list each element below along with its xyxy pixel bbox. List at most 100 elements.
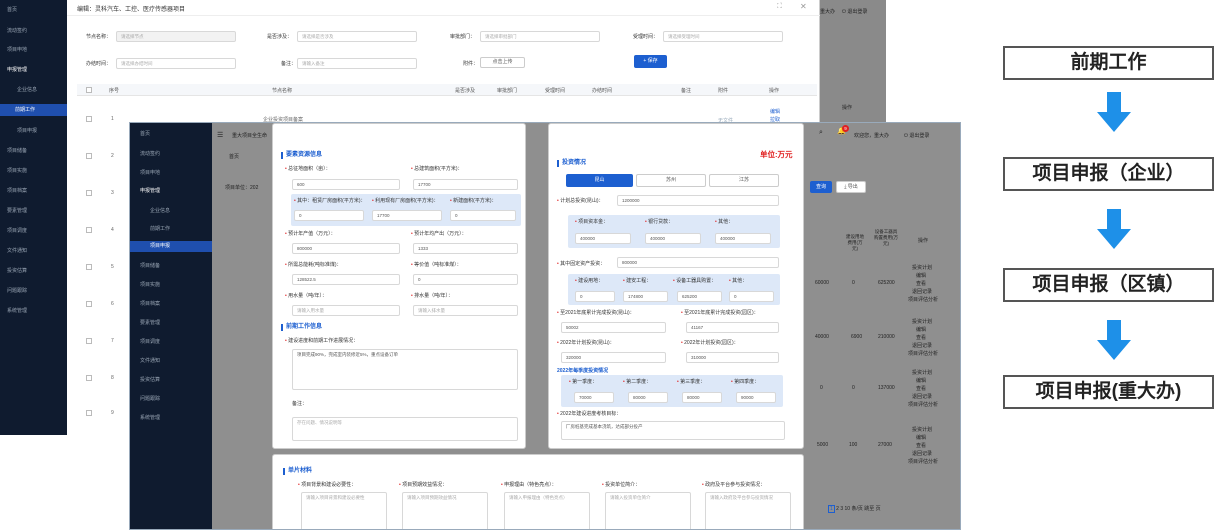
eval-link[interactable]: 项目评估分析 — [908, 296, 938, 303]
equiv-input[interactable]: 0 — [413, 274, 518, 285]
water-input[interactable]: 请输入用水量 — [292, 305, 400, 316]
return-log-link[interactable]: 退回记录 — [912, 288, 932, 295]
edit-link[interactable]: 编辑 — [770, 108, 780, 115]
sidebar-item[interactable]: 项目实施 — [7, 167, 27, 174]
rent-input[interactable]: 0 — [294, 210, 364, 221]
y2021b-input[interactable]: 41167 — [686, 322, 779, 333]
y2021a-input[interactable]: 50002 — [561, 322, 666, 333]
progress-textarea[interactable]: 项目完成90%，完成室内装修近5%，重点设备订单 — [292, 349, 518, 390]
loan-input[interactable]: 400000 — [645, 233, 701, 244]
done-time-input[interactable]: 请选择办结时间 — [116, 58, 236, 69]
output-input[interactable]: 800000 — [292, 243, 400, 254]
maximize-icon[interactable]: ⛶ — [777, 3, 782, 11]
sidebar-item[interactable]: 项目储备 — [140, 262, 160, 269]
row-checkbox[interactable] — [86, 410, 92, 416]
row-checkbox[interactable] — [86, 338, 92, 344]
menu-icon[interactable]: ☰ — [217, 131, 223, 139]
sidebar-item[interactable]: 项目调度 — [7, 227, 27, 234]
tab-home[interactable]: 首页 — [229, 153, 239, 160]
q4-input[interactable]: 90000 — [736, 392, 776, 403]
q1-input[interactable]: 70000 — [574, 392, 614, 403]
tab-suzhou[interactable]: 苏州 — [636, 174, 706, 187]
logout-link[interactable]: ⏻ 退出登录 — [904, 132, 929, 139]
save-button[interactable]: + 保存 — [634, 55, 667, 68]
edit-link[interactable]: 编辑 — [916, 377, 926, 384]
fixed-input[interactable]: 800000 — [617, 257, 779, 268]
export-button[interactable]: ⤓ 导出 — [836, 181, 866, 193]
sidebar-item[interactable]: 问题跟踪 — [7, 287, 27, 294]
sidebar-item[interactable]: 前期工作 — [150, 225, 170, 232]
sidebar-item[interactable]: 系统管理 — [140, 414, 160, 421]
page-size-select[interactable]: 10 条/页 — [845, 506, 863, 512]
tax-input[interactable]: 1333 — [413, 243, 518, 254]
sidebar-item-active[interactable]: 项目申报 — [130, 241, 212, 252]
benefit-textarea[interactable]: 请输入项目预期效益情况 — [402, 492, 488, 529]
row-checkbox[interactable] — [86, 153, 92, 159]
return-log-link[interactable]: 退回记录 — [912, 393, 932, 400]
node-name-input[interactable]: 请选择节点 — [116, 31, 236, 42]
view-link[interactable]: 查看 — [916, 385, 926, 392]
use-input[interactable]: 17700 — [372, 210, 442, 221]
tab-jiangsu[interactable]: 江苏 — [709, 174, 779, 187]
sidebar-item[interactable]: 项目实施 — [140, 281, 160, 288]
land-input[interactable]: 600 — [292, 179, 400, 190]
sidebar-item[interactable]: 项目档案 — [140, 300, 160, 307]
row-checkbox[interactable] — [86, 227, 92, 233]
sidebar-item[interactable]: 问题跟踪 — [140, 395, 160, 402]
sidebar-item[interactable]: 项目档案 — [7, 187, 27, 194]
sidebar-item[interactable]: 申报管理 — [7, 66, 27, 73]
sidebar-item[interactable]: 项目申地 — [140, 169, 160, 176]
involved-select[interactable]: 请选择是否涉及 — [297, 31, 417, 42]
edit-link[interactable]: 编辑 — [916, 326, 926, 333]
close-icon[interactable]: ✕ — [800, 2, 807, 11]
plan-link[interactable]: 投资计划 — [912, 264, 932, 271]
page-3[interactable]: 3 — [840, 506, 843, 512]
return-log-link[interactable]: 退回记录 — [912, 450, 932, 457]
row-checkbox[interactable] — [86, 116, 92, 122]
sidebar-item[interactable]: 首页 — [140, 130, 150, 137]
query-button[interactable]: 查询 — [810, 181, 832, 193]
equip-input[interactable]: 625200 — [677, 291, 722, 302]
new-input[interactable]: 0 — [450, 210, 516, 221]
sidebar-item-active[interactable]: 前期工作 — [0, 104, 67, 116]
search-icon[interactable]: ⌕ — [819, 129, 823, 137]
page-1[interactable]: 1 — [828, 505, 835, 513]
row-checkbox[interactable] — [86, 375, 92, 381]
landc-input[interactable]: 0 — [575, 291, 615, 302]
energy-input[interactable]: 128522.5 — [292, 274, 400, 285]
return-log-link[interactable]: 退回记录 — [912, 342, 932, 349]
y2022b-input[interactable]: 310000 — [686, 352, 779, 363]
sidebar-item[interactable]: 企业信息 — [17, 86, 37, 93]
eval-link[interactable]: 项目评估分析 — [908, 350, 938, 357]
sidebar-item[interactable]: 投资估算 — [140, 376, 160, 383]
sidebar-item[interactable]: 要素管理 — [140, 319, 160, 326]
other-input[interactable]: 400000 — [715, 233, 771, 244]
row-checkbox[interactable] — [86, 190, 92, 196]
view-link[interactable]: 查看 — [916, 442, 926, 449]
sidebar-item[interactable]: 项目调度 — [140, 338, 160, 345]
capital-input[interactable]: 400000 — [575, 233, 631, 244]
eng-input[interactable]: 174800 — [623, 291, 668, 302]
sidebar-item[interactable]: 投资估算 — [7, 267, 27, 274]
background-textarea[interactable]: 请输入项目背景和建设必要性 — [301, 492, 387, 529]
upload-button[interactable]: 点击上传 — [480, 57, 525, 68]
eval-link[interactable]: 项目评估分析 — [908, 401, 938, 408]
plan-link[interactable]: 投资计划 — [912, 426, 932, 433]
q3-input[interactable]: 80000 — [682, 392, 722, 403]
reason-textarea[interactable]: 请输入申报理由（特色亮点） — [504, 492, 590, 529]
sidebar-item[interactable]: 首页 — [7, 6, 17, 13]
sidebar-item[interactable]: 系统管理 — [7, 307, 27, 314]
sidebar-item[interactable]: 项目申地 — [7, 46, 27, 53]
early-note-textarea[interactable]: 存在问题、情况说明等 — [292, 417, 518, 441]
tab-kunshan[interactable]: 昆山 — [566, 174, 633, 187]
plan-link[interactable]: 投资计划 — [912, 369, 932, 376]
oth2-input[interactable]: 0 — [729, 291, 774, 302]
build-input[interactable]: 17700 — [413, 179, 518, 190]
logout-link[interactable]: ⏻ 退出登录 — [842, 8, 867, 15]
accept-time-input[interactable]: 请选择受理时间 — [663, 31, 783, 42]
sidebar-item[interactable]: 文件通知 — [7, 247, 27, 254]
q2-input[interactable]: 80000 — [628, 392, 668, 403]
sidebar-item[interactable]: 申报管理 — [140, 187, 160, 194]
row-checkbox[interactable] — [86, 264, 92, 270]
note-input[interactable]: 请输入备注 — [297, 58, 417, 69]
